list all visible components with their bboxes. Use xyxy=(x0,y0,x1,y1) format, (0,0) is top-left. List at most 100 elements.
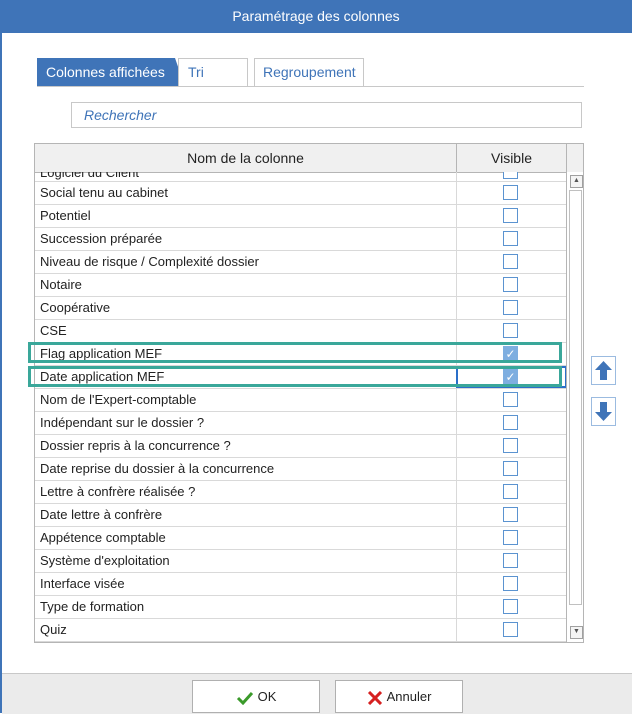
visible-checkbox[interactable] xyxy=(503,507,518,522)
cancel-button[interactable]: Annuler xyxy=(335,680,463,713)
grid-rows: Logiciel du Client Social tenu au cabinet… xyxy=(35,172,566,642)
table-row[interactable]: CSE xyxy=(35,320,566,343)
cancel-label: Annuler xyxy=(386,689,432,704)
visible-checkbox[interactable] xyxy=(503,576,518,591)
column-name-cell: Lettre à confrère réalisée ? xyxy=(40,484,196,499)
move-up-button[interactable] xyxy=(591,356,616,385)
column-header-visible[interactable]: Visible xyxy=(457,144,566,172)
column-name-cell: Appétence comptable xyxy=(40,530,166,545)
column-name-cell: Social tenu au cabinet xyxy=(40,185,168,200)
visible-cell[interactable]: ✓ xyxy=(456,343,566,365)
visible-cell[interactable] xyxy=(456,550,566,572)
column-name-cell: Coopérative xyxy=(40,300,111,315)
visible-cell[interactable] xyxy=(456,504,566,526)
table-row[interactable]: Social tenu au cabinet xyxy=(35,182,566,205)
visible-checkbox[interactable]: ✓ xyxy=(503,369,518,384)
visible-cell[interactable] xyxy=(456,320,566,342)
visible-checkbox[interactable] xyxy=(503,599,518,614)
visible-checkbox[interactable] xyxy=(503,323,518,338)
visible-checkbox[interactable] xyxy=(503,231,518,246)
visible-cell[interactable] xyxy=(456,389,566,411)
table-row[interactable]: Niveau de risque / Complexité dossier xyxy=(35,251,566,274)
table-row[interactable]: Interface visée xyxy=(35,573,566,596)
columns-grid: Nom de la colonne Visible Logiciel du Cl… xyxy=(34,143,584,643)
visible-cell[interactable]: ✓ xyxy=(456,366,566,388)
table-row[interactable]: Logiciel du Client xyxy=(35,172,566,194)
vertical-scrollbar[interactable]: ▲ ▼ xyxy=(566,172,583,642)
visible-cell[interactable] xyxy=(456,228,566,250)
table-row[interactable]: Appétence comptable xyxy=(35,527,566,550)
visible-checkbox[interactable] xyxy=(503,185,518,200)
table-row[interactable]: Dossier repris à la concurrence ? xyxy=(35,435,566,458)
table-row[interactable]: Date lettre à confrère xyxy=(35,504,566,527)
table-row[interactable]: Date application MEF ✓ xyxy=(35,366,566,389)
scroll-down-icon[interactable]: ▼ xyxy=(570,626,583,639)
visible-cell[interactable] xyxy=(456,297,566,319)
header-corner xyxy=(566,144,583,173)
tab-regroupement[interactable]: Regroupement xyxy=(254,58,364,87)
visible-cell[interactable] xyxy=(456,458,566,480)
scrollbar-thumb[interactable] xyxy=(569,190,582,605)
column-name-cell: Date lettre à confrère xyxy=(40,507,163,522)
ok-button[interactable]: OK xyxy=(192,680,320,713)
visible-cell[interactable] xyxy=(456,573,566,595)
table-row[interactable]: Système d'exploitation xyxy=(35,550,566,573)
column-name-cell: Type de formation xyxy=(40,599,145,614)
visible-cell[interactable] xyxy=(456,481,566,503)
column-name-cell: Système d'exploitation xyxy=(40,553,170,568)
column-name-cell: CSE xyxy=(40,323,67,338)
visible-cell[interactable] xyxy=(456,527,566,549)
table-row[interactable]: Lettre à confrère réalisée ? xyxy=(35,481,566,504)
visible-cell[interactable] xyxy=(456,619,566,641)
column-name-cell: Notaire xyxy=(40,277,82,292)
column-name-cell: Potentiel xyxy=(40,208,91,223)
visible-cell[interactable] xyxy=(456,435,566,457)
tab-colonnes-affichees[interactable]: Colonnes affichées xyxy=(37,58,185,87)
table-row[interactable]: Potentiel xyxy=(35,205,566,228)
visible-checkbox[interactable] xyxy=(503,484,518,499)
visible-cell[interactable] xyxy=(456,182,566,204)
table-row[interactable]: Notaire xyxy=(35,274,566,297)
table-row[interactable]: Type de formation xyxy=(35,596,566,619)
column-name-cell: Flag application MEF xyxy=(40,346,163,361)
column-name-cell: Date reprise du dossier à la concurrence xyxy=(40,461,275,476)
visible-checkbox[interactable] xyxy=(503,461,518,476)
visible-checkbox[interactable] xyxy=(503,553,518,568)
visible-cell[interactable] xyxy=(456,251,566,273)
visible-cell[interactable] xyxy=(456,205,566,227)
visible-checkbox[interactable] xyxy=(503,392,518,407)
visible-checkbox[interactable] xyxy=(503,438,518,453)
window-title: Paramétrage des colonnes xyxy=(0,0,632,33)
visible-checkbox[interactable] xyxy=(503,254,518,269)
arrow-up-icon xyxy=(595,361,612,380)
column-name-cell: Quiz xyxy=(40,622,67,637)
column-header-name[interactable]: Nom de la colonne xyxy=(35,144,457,172)
scroll-up-icon[interactable]: ▲ xyxy=(570,175,583,188)
table-row[interactable]: Nom de l'Expert-comptable xyxy=(35,389,566,412)
column-name-cell: Niveau de risque / Complexité dossier xyxy=(40,254,259,269)
visible-checkbox[interactable] xyxy=(503,208,518,223)
table-row[interactable]: Succession préparée xyxy=(35,228,566,251)
tab-tri[interactable]: Tri xyxy=(178,58,248,87)
column-name-cell: Succession préparée xyxy=(40,231,163,246)
table-row[interactable]: Flag application MEF ✓ xyxy=(35,343,566,366)
visible-cell[interactable] xyxy=(456,412,566,434)
visible-checkbox[interactable] xyxy=(503,530,518,545)
arrow-down-icon xyxy=(595,402,612,421)
window-border xyxy=(0,33,2,713)
visible-checkbox[interactable] xyxy=(503,415,518,430)
visible-checkbox[interactable] xyxy=(503,277,518,292)
table-row[interactable]: Quiz xyxy=(35,619,566,642)
visible-checkbox[interactable] xyxy=(503,172,518,179)
visible-cell[interactable] xyxy=(456,596,566,618)
visible-checkbox[interactable] xyxy=(503,300,518,315)
column-name-cell: Indépendant sur le dossier ? xyxy=(40,415,205,430)
visible-cell[interactable] xyxy=(456,274,566,296)
visible-checkbox[interactable] xyxy=(503,622,518,637)
move-down-button[interactable] xyxy=(591,397,616,426)
table-row[interactable]: Coopérative xyxy=(35,297,566,320)
search-input[interactable]: Rechercher xyxy=(71,102,582,128)
visible-checkbox[interactable]: ✓ xyxy=(503,346,518,361)
table-row[interactable]: Date reprise du dossier à la concurrence xyxy=(35,458,566,481)
table-row[interactable]: Indépendant sur le dossier ? xyxy=(35,412,566,435)
